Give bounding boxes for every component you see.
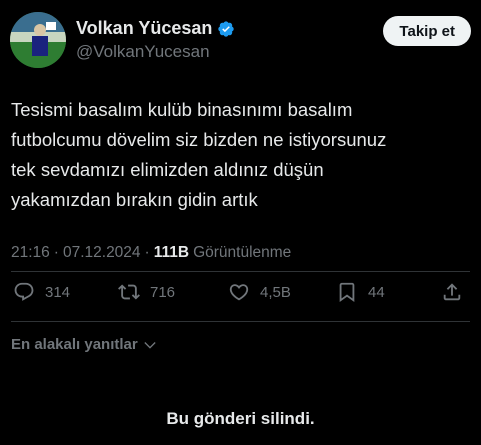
follow-button[interactable]: Takip et bbox=[383, 16, 471, 46]
reply-count: 314 bbox=[45, 283, 71, 301]
verified-badge-icon bbox=[217, 20, 235, 38]
bookmark-icon bbox=[339, 282, 355, 303]
reply-button[interactable]: 314 bbox=[13, 281, 70, 303]
tweet-header: Volkan Yücesan @VolkanYucesan Takip et bbox=[10, 12, 471, 68]
reply-icon bbox=[14, 282, 34, 301]
replies-sort-dropdown[interactable]: En alakalı yanıtlar bbox=[11, 336, 158, 353]
like-count: 4,5B bbox=[260, 283, 291, 301]
views-count: 111B bbox=[153, 244, 190, 261]
divider bbox=[11, 321, 470, 322]
like-icon bbox=[229, 284, 249, 301]
display-name[interactable]: Volkan Yücesan bbox=[76, 18, 212, 39]
tweet-date[interactable]: 07.12.2024 bbox=[63, 244, 141, 262]
deleted-notice: Bu gönderi silindi. bbox=[166, 409, 315, 428]
bookmark-button[interactable]: 44 bbox=[336, 281, 385, 303]
retweet-button[interactable]: 716 bbox=[118, 281, 175, 303]
retweet-count: 716 bbox=[150, 283, 176, 301]
like-button[interactable]: 4,5B bbox=[228, 281, 291, 303]
chevron-down-icon bbox=[144, 341, 156, 349]
avatar[interactable] bbox=[10, 12, 66, 68]
bookmark-count: 44 bbox=[368, 283, 385, 301]
tweet-time[interactable]: 21:16 bbox=[11, 244, 50, 262]
meta-separator: · bbox=[53, 244, 59, 261]
views-label: Görüntülenme bbox=[193, 244, 292, 261]
share-button[interactable] bbox=[441, 281, 463, 303]
retweet-icon bbox=[118, 284, 140, 300]
tweet-text: Tesismi basalım kulüb binasınımı basalım… bbox=[11, 99, 387, 210]
action-bar: 314 716 4,5B 44 bbox=[11, 281, 470, 311]
share-icon bbox=[443, 283, 461, 301]
name-row: Volkan Yücesan bbox=[76, 18, 235, 39]
divider bbox=[11, 271, 470, 272]
tweet-meta: 21:16 · 07.12.2024 · 111B Görüntülenme bbox=[11, 244, 291, 262]
meta-separator: · bbox=[144, 244, 150, 261]
replies-sort-label: En alakalı yanıtlar bbox=[11, 336, 138, 353]
user-handle[interactable]: @VolkanYucesan bbox=[76, 42, 210, 62]
